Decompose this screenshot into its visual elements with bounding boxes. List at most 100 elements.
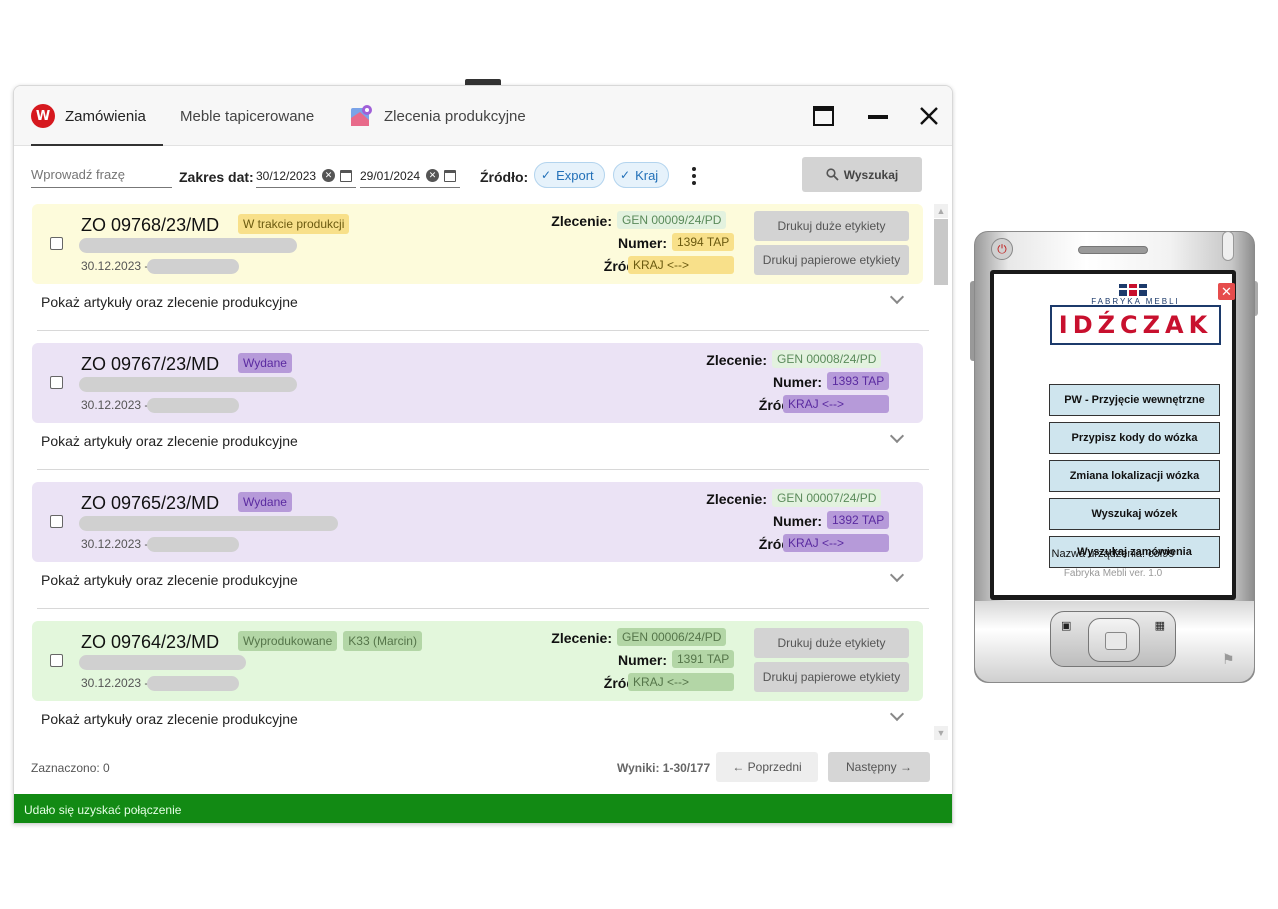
filter-bar: Zakres dat: 30/12/2023 ✕ 29/01/2024 ✕ Źr… [14, 146, 952, 202]
stylus[interactable] [1222, 231, 1234, 261]
change-location-button[interactable]: Zmiana lokalizacji wózka [1049, 460, 1220, 492]
minimize-icon[interactable] [866, 104, 890, 128]
order-list: ZO 09768/23/MD W trakcie produkcji 30.12… [14, 202, 952, 742]
order-checkbox[interactable] [50, 376, 63, 389]
check-icon: ✓ [620, 168, 631, 182]
source-chip-export[interactable]: ✓ Export [534, 162, 605, 188]
dpad-center-button[interactable] [1088, 618, 1140, 662]
date-from-field[interactable]: 30/12/2023 ✕ [256, 164, 356, 188]
clear-icon[interactable]: ✕ [322, 169, 336, 182]
zlecenie-value: GEN 00009/24/PD [617, 211, 727, 229]
date-to-field[interactable]: 29/01/2024 ✕ [360, 164, 460, 188]
zlecenie-label: Zlecenie: [706, 352, 767, 368]
power-icon[interactable]: ⏻ [991, 238, 1013, 260]
numer-value: 1394 TAP [672, 233, 735, 251]
scrollbar[interactable]: ▲ ▼ [932, 202, 950, 742]
chevron-down-icon [889, 567, 905, 583]
assign-codes-button[interactable]: Przypisz kody do wózka [1049, 422, 1220, 454]
calendar-icon[interactable] [444, 169, 457, 182]
source-chip-kraj[interactable]: ✓ Kraj [613, 162, 670, 188]
more-options-icon[interactable] [692, 167, 696, 185]
order-card: ZO 09767/23/MD Wydane 30.12.2023 - Zlece… [32, 343, 923, 423]
expand-articles-toggle[interactable]: Pokaż artykuły oraz zlecenie produkcyjne [32, 284, 923, 322]
order-number: ZO 09764/23/MD [81, 632, 220, 652]
expand-label: Pokaż artykuły oraz zlecenie produkcyjne [41, 572, 298, 588]
order-number: ZO 09767/23/MD [81, 354, 220, 374]
order-number: ZO 09765/23/MD [81, 493, 220, 513]
zlecenie-label: Zlecenie: [706, 491, 767, 507]
pda-screen: ✕ FABRYKA MEBLI IDŹCZAK PW - Przyjęcie w… [994, 274, 1235, 595]
order-date: 30.12.2023 - [81, 259, 148, 273]
scroll-thumb[interactable] [934, 219, 948, 285]
tab-zlecenia-produkcyjne[interactable]: Zlecenia produkcyjne [350, 86, 526, 146]
tab-bar: W Zamówienia Meble tapicerowane Zlecenia… [14, 86, 952, 146]
expand-label: Pokaż artykuły oraz zlecenie produkcyjne [41, 433, 298, 449]
numer-value: 1393 TAP [827, 372, 890, 390]
print-big-labels-button[interactable]: Drukuj duże etykiety [754, 628, 909, 658]
find-cart-button[interactable]: Wyszukaj wózek [1049, 498, 1220, 530]
scroll-down-icon[interactable]: ▼ [934, 726, 948, 740]
status-badges: W trakcie produkcji [238, 214, 350, 234]
status-badges: Wydane [238, 492, 292, 512]
numer-label: Numer: [772, 374, 822, 390]
search-button[interactable]: Wyszukaj [802, 157, 922, 192]
print-paper-labels-button[interactable]: Drukuj papierowe etykiety [754, 662, 909, 692]
prev-page-button[interactable]: ← Poprzedni [716, 752, 818, 782]
order-card: ZO 09764/23/MD Wyprodukowane K33 (Marcin… [32, 621, 923, 701]
clear-icon[interactable]: ✕ [426, 169, 440, 182]
scroll-up-icon[interactable]: ▲ [934, 204, 948, 218]
order-checkbox[interactable] [50, 237, 63, 250]
print-big-labels-button[interactable]: Drukuj duże etykiety [754, 211, 909, 241]
next-page-button[interactable]: Następny → [828, 752, 930, 782]
map-icon [350, 104, 374, 128]
expand-label: Pokaż artykuły oraz zlecenie produkcyjne [41, 294, 298, 310]
redacted-text [147, 398, 239, 413]
status-badge: Wyprodukowane [238, 631, 338, 651]
selected-count: Zaznaczono: 0 [31, 761, 110, 775]
expand-articles-toggle[interactable]: Pokaż artykuły oraz zlecenie produkcyjne [32, 423, 923, 461]
redacted-text [147, 259, 239, 274]
expand-articles-toggle[interactable]: Pokaż artykuły oraz zlecenie produkcyjne [32, 701, 923, 739]
search-icon [826, 168, 839, 181]
order-date: 30.12.2023 - [81, 398, 148, 412]
status-badges: Wydane [238, 353, 292, 373]
check-icon: ✓ [541, 168, 552, 182]
close-icon[interactable] [917, 104, 941, 128]
calendar-icon[interactable]: ▦ [1155, 619, 1165, 632]
order-date: 30.12.2023 - [81, 537, 148, 551]
maximize-icon[interactable] [812, 104, 836, 128]
status-badge: Wydane [238, 353, 292, 373]
order-checkbox[interactable] [50, 515, 63, 528]
divider [37, 330, 929, 331]
redacted-text [79, 377, 297, 392]
divider [37, 608, 929, 609]
contacts-icon[interactable]: ▣ [1061, 619, 1071, 632]
calendar-icon[interactable] [340, 169, 353, 182]
date-range-label: Zakres dat: [179, 169, 254, 185]
chip-label: Export [556, 167, 594, 183]
numer-label: Numer: [617, 652, 667, 668]
main-window: W Zamówienia Meble tapicerowane Zlecenia… [13, 85, 953, 824]
tab-label: Zlecenia produkcyjne [384, 107, 526, 125]
zrodlo-value: KRAJ <--> [783, 395, 889, 413]
order-checkbox[interactable] [50, 654, 63, 667]
tab-label: Meble tapicerowane [180, 107, 315, 125]
tab-zamowienia[interactable]: W Zamówienia [31, 86, 163, 146]
tab-meble-tapicerowane[interactable]: Meble tapicerowane [180, 86, 314, 146]
speaker-grille [1078, 246, 1148, 254]
expand-label: Pokaż artykuły oraz zlecenie produkcyjne [41, 711, 298, 727]
order-number: ZO 09768/23/MD [81, 215, 220, 235]
chevron-down-icon [889, 428, 905, 444]
source-label: Źródło: [480, 169, 529, 185]
order-card: ZO 09768/23/MD W trakcie produkcji 30.12… [32, 204, 923, 284]
search-input[interactable] [31, 162, 172, 188]
brand-name: IDŹCZAK [1050, 305, 1221, 345]
expand-articles-toggle[interactable]: Pokaż artykuły oraz zlecenie produkcyjne [32, 562, 923, 600]
dpad[interactable]: ▣ ▦ [1050, 611, 1176, 667]
redacted-text [79, 655, 246, 670]
print-paper-labels-button[interactable]: Drukuj papierowe etykiety [754, 245, 909, 275]
numer-value: 1392 TAP [827, 511, 890, 529]
date-to-value: 29/01/2024 [360, 168, 421, 183]
zlecenie-label: Zlecenie: [551, 213, 612, 229]
pw-button[interactable]: PW - Przyjęcie wewnętrzne [1049, 384, 1220, 416]
